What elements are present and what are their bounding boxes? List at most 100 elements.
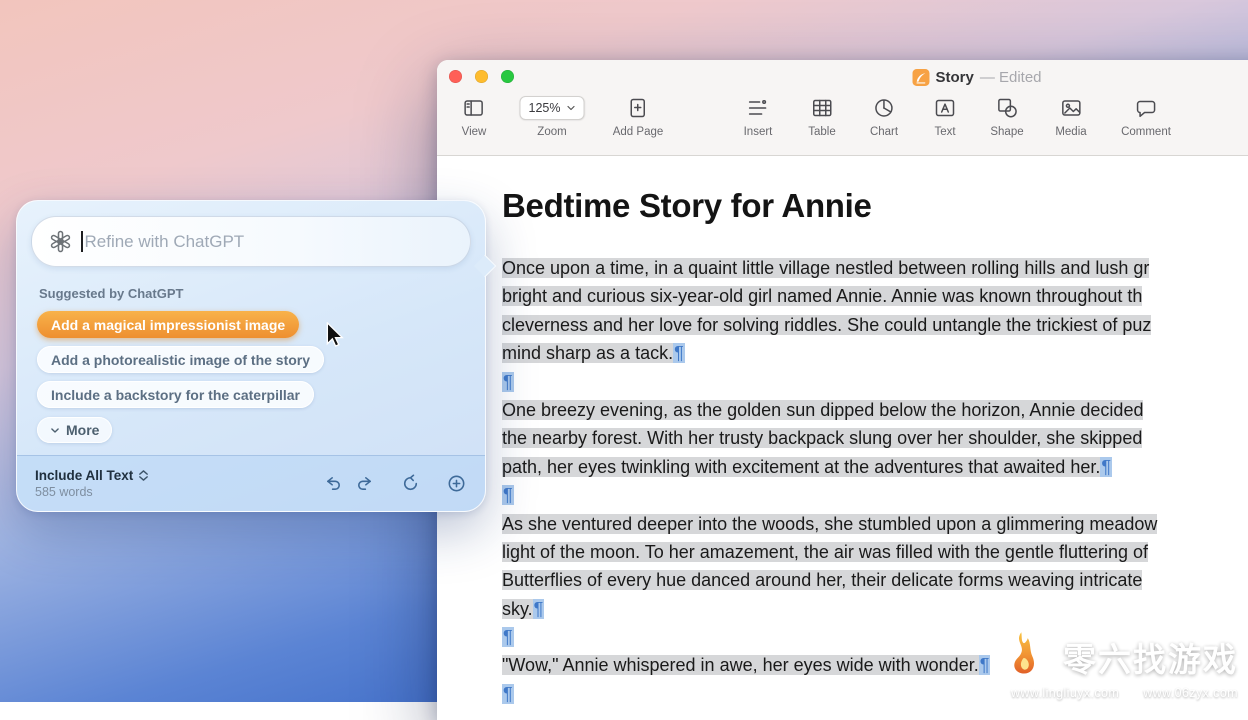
text-caret [81,231,83,252]
toolbar-label: Table [808,126,836,138]
pilcrow-mark: ¶ [979,655,991,675]
shape-icon [995,96,1019,120]
selected-text: "Wow," Annie whispered in awe, her eyes … [502,655,979,675]
document-heading[interactable]: Bedtime Story for Annie [502,186,1248,226]
selected-text: Once upon a time, in a quaint little vil… [502,258,1149,278]
watermark-url-right: www.06zyx.com [1143,686,1238,700]
toolbar-label: View [462,126,487,138]
selected-text: path, her eyes twinkling with excitement… [502,457,1100,477]
chatgpt-panel: Refine with ChatGPT Suggested by ChatGPT… [16,200,486,512]
insert-icon [746,96,770,120]
document-line[interactable]: Butterflies of every hue danced around h… [502,566,1248,594]
fullscreen-button[interactable] [501,70,514,83]
selected-text: the nearby forest. With her trusty backp… [502,428,1142,448]
retry-icon [400,473,421,494]
toolbar-shape[interactable]: Shape [990,96,1023,138]
zoom-control[interactable]: 125% [520,96,585,120]
word-count: 585 words [35,485,149,499]
comment-icon [1134,96,1158,120]
suggestion-pill-2[interactable]: Add a photorealistic image of the story [37,346,324,373]
panel-footer: Include All Text 585 words [17,455,485,511]
toolbar-comment[interactable]: Comment [1121,96,1171,138]
toolbar-zoom[interactable]: 125% Zoom [520,96,585,138]
selected-text: sky. [502,599,533,619]
text-icon [933,96,957,120]
toolbar-media[interactable]: Media [1055,96,1086,138]
pilcrow-mark: ¶ [502,684,514,704]
toolbar-label: Shape [990,126,1023,138]
minimize-button[interactable] [475,70,488,83]
more-button[interactable]: More [37,417,112,443]
plus-circle-icon [446,473,467,494]
document-line[interactable]: path, her eyes twinkling with excitement… [502,453,1248,481]
add-button[interactable] [446,473,467,494]
document-line[interactable]: the nearby forest. With her trusty backp… [502,424,1248,452]
toolbar-table[interactable]: Table [808,96,836,138]
document-line[interactable]: bright and curious six-year-old girl nam… [502,282,1248,310]
scope-label: Include All Text [35,468,133,483]
pages-app-icon [912,69,929,86]
edited-label: — Edited [980,69,1042,86]
more-label: More [66,422,99,438]
scope-control[interactable]: Include All Text 585 words [35,468,149,499]
undo-icon [323,473,344,494]
suggested-by-label: Suggested by ChatGPT [39,286,485,301]
pages-window: Story — Edited View 125% Zoom Add Page [437,60,1248,720]
toolbar-view[interactable]: View [462,96,487,138]
toolbar-label: Media [1055,126,1086,138]
watermark: 零六找游戏 www.lingliuyx.com www.06zyx.com [999,631,1238,700]
chevron-down-icon [566,105,575,111]
toolbar-label: Zoom [537,126,566,138]
regenerate-button[interactable] [400,473,421,494]
zoom-value: 125% [529,101,561,115]
document-line[interactable]: As she ventured deeper into the woods, s… [502,510,1248,538]
document-line[interactable]: One breezy evening, as the golden sun di… [502,396,1248,424]
pilcrow-mark: ¶ [673,343,685,363]
watermark-divider [1051,637,1053,677]
selected-text: cleverness and her love for solving ridd… [502,315,1151,335]
document-line[interactable]: cleverness and her love for solving ridd… [502,311,1248,339]
input-placeholder: Refine with ChatGPT [85,232,245,252]
mouse-cursor [325,322,344,352]
close-button[interactable] [449,70,462,83]
toolbar-chart[interactable]: Chart [870,96,898,138]
toolbar-label: Add Page [613,126,664,138]
window-title-text: Story [935,69,973,86]
toolbar-insert[interactable]: Insert [744,96,773,138]
toolbar-label: Text [934,126,955,138]
chatgpt-input[interactable]: Refine with ChatGPT [31,216,471,267]
pilcrow-mark: ¶ [1100,457,1112,477]
redo-icon [354,473,375,494]
undo-button[interactable] [323,473,344,494]
selected-text: One breezy evening, as the golden sun di… [502,400,1143,420]
document-line[interactable]: ¶ [502,481,1248,509]
toolbar-label: Insert [744,126,773,138]
suggestion-pill-3[interactable]: Include a backstory for the caterpillar [37,381,314,408]
chatgpt-logo-icon [48,229,73,254]
document-line[interactable]: Once upon a time, in a quaint little vil… [502,254,1248,282]
document-line[interactable]: ¶ [502,368,1248,396]
add-page-icon [626,96,650,120]
table-icon [810,96,834,120]
media-icon [1059,96,1083,120]
flame-icon [999,631,1041,683]
pilcrow-mark: ¶ [533,599,545,619]
toolbar-add-page[interactable]: Add Page [613,96,664,138]
panel-actions [323,473,467,494]
suggestion-list: Add a magical impressionist image Add a p… [37,311,485,408]
up-down-chevrons-icon [138,469,149,482]
document-line[interactable]: light of the moon. To her amazement, the… [502,538,1248,566]
document-line[interactable]: sky.¶ [502,595,1248,623]
toolbar-label: Comment [1121,126,1171,138]
redo-button[interactable] [354,473,375,494]
watermark-brand: 零六找游戏 [1063,633,1238,681]
toolbar-text[interactable]: Text [933,96,957,138]
traffic-lights [449,70,514,83]
selected-text: mind sharp as a tack. [502,343,673,363]
view-sidebar-icon [462,96,486,120]
selected-text: As she ventured deeper into the woods, s… [502,514,1157,534]
window-titlebar[interactable]: Story — Edited View 125% Zoom Add Page [437,60,1248,156]
suggestion-pill-1[interactable]: Add a magical impressionist image [37,311,299,338]
document-line[interactable]: mind sharp as a tack.¶ [502,339,1248,367]
toolbar-label: Chart [870,126,898,138]
